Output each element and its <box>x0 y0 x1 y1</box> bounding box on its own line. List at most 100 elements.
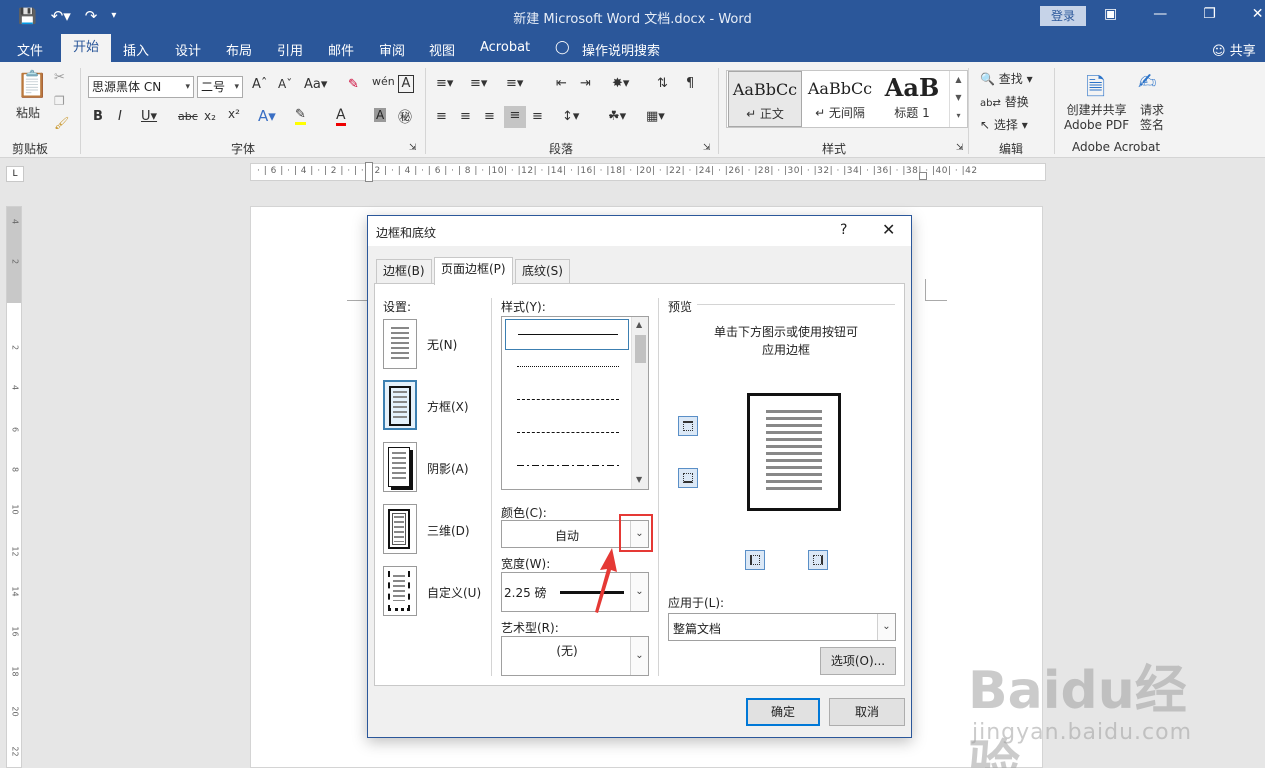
tab-review[interactable]: 审阅 <box>379 40 405 59</box>
style-heading-1[interactable]: AaB 标题 1 <box>875 71 949 127</box>
gallery-scroll[interactable]: ▲ ▼ ▾ <box>949 71 967 127</box>
line-style-list[interactable]: ▲ ▼ <box>501 316 649 490</box>
chinese-layout-icon[interactable]: ✸▾ <box>612 76 629 91</box>
font-dialog-launcher-icon[interactable]: ⇲ <box>409 143 417 153</box>
left-border-button[interactable] <box>745 550 765 570</box>
art-select[interactable]: (无) ⌄ <box>501 636 649 676</box>
scroll-thumb[interactable] <box>635 335 646 363</box>
tab-borders[interactable]: 边框(B) <box>376 259 432 283</box>
align-left-icon[interactable]: ≡ <box>436 109 447 124</box>
numbering-icon[interactable]: ≡▾ <box>470 76 487 91</box>
sort-icon[interactable]: ⇅ <box>657 76 668 91</box>
minimize-icon[interactable]: — <box>1153 6 1167 22</box>
setting-shadow-option[interactable]: 阴影(A) <box>427 460 469 477</box>
bottom-border-button[interactable] <box>678 468 698 488</box>
restore-icon[interactable]: ❐ <box>1203 6 1216 22</box>
paste-icon[interactable]: 📋 <box>16 70 48 100</box>
line-style-dotted[interactable] <box>505 352 629 383</box>
highlight-icon[interactable]: ✎ <box>295 107 306 125</box>
borders-icon[interactable]: ▦▾ <box>646 109 665 124</box>
bullets-icon[interactable]: ≡▾ <box>436 76 453 91</box>
font-size-combo[interactable]: 二号 ▾ <box>197 76 243 98</box>
find-button[interactable]: 🔍 查找 ▾ <box>980 70 1033 87</box>
decrease-indent-icon[interactable]: ⇤ <box>556 76 567 91</box>
right-border-button[interactable] <box>808 550 828 570</box>
vertical-ruler[interactable]: 4 2 2 4 6 8 10 12 14 16 18 20 22 <box>6 206 22 768</box>
line-style-dash[interactable] <box>505 418 629 449</box>
tab-design[interactable]: 设计 <box>175 40 201 59</box>
horizontal-ruler[interactable]: · | 6 | · | 4 | · | 2 | · | · | 2 | · | … <box>250 162 1046 182</box>
copy-icon[interactable]: ❐ <box>54 94 65 108</box>
line-style-dash-dot[interactable] <box>505 451 629 482</box>
tell-me-search[interactable]: 操作说明搜索 <box>582 40 660 59</box>
setting-custom-option[interactable]: 自定义(U) <box>427 584 481 601</box>
chevron-down-icon[interactable]: ⌄ <box>877 614 895 640</box>
signature-icon[interactable]: ✍ <box>1138 70 1156 95</box>
cut-icon[interactable]: ✂ <box>54 70 65 85</box>
change-case-icon[interactable]: Aa▾ <box>304 77 327 92</box>
tab-layout[interactable]: 布局 <box>226 40 252 59</box>
shrink-font-icon[interactable]: Aˇ <box>278 77 292 91</box>
list-scrollbar[interactable]: ▲ ▼ <box>631 317 648 489</box>
scroll-down-icon[interactable]: ▼ <box>636 475 642 484</box>
tab-page-border[interactable]: 页面边框(P) <box>434 257 513 285</box>
request-signature-button[interactable]: 请求 签名 <box>1140 103 1164 133</box>
login-button[interactable]: 登录 <box>1040 6 1086 26</box>
italic-icon[interactable]: I <box>118 109 122 124</box>
clear-format-icon[interactable]: ✎ <box>348 77 359 92</box>
align-right-icon[interactable]: ≡ <box>484 109 495 124</box>
top-border-button[interactable] <box>678 416 698 436</box>
char-shading-icon[interactable]: A <box>374 108 387 122</box>
setting-none-icon[interactable] <box>383 319 417 369</box>
tab-home[interactable]: 开始 <box>61 34 112 62</box>
show-marks-icon[interactable]: ¶ <box>686 76 694 91</box>
customize-qat-icon[interactable]: ▾ <box>111 7 116 25</box>
phonetic-guide-icon[interactable]: wén <box>372 75 395 88</box>
increase-indent-icon[interactable]: ⇥ <box>580 76 591 91</box>
undo-icon[interactable]: ↶▾ <box>51 7 71 25</box>
line-style-solid[interactable] <box>505 319 629 350</box>
options-button[interactable]: 选项(O)... <box>820 647 896 675</box>
setting-box-option[interactable]: 方框(X) <box>427 398 469 415</box>
char-border-icon[interactable]: A <box>398 75 414 93</box>
text-effects-icon[interactable]: A▾ <box>258 107 276 125</box>
paragraph-dialog-launcher-icon[interactable]: ⇲ <box>703 143 711 153</box>
tab-mailings[interactable]: 邮件 <box>328 40 354 59</box>
replace-button[interactable]: ab⇄ 替换 <box>980 93 1029 110</box>
format-painter-icon[interactable]: 🖌 <box>54 116 69 130</box>
setting-3d-option[interactable]: 三维(D) <box>427 522 470 539</box>
cancel-button[interactable]: 取消 <box>829 698 905 726</box>
paste-button[interactable]: 粘贴 <box>16 104 40 121</box>
subscript-icon[interactable]: x₂ <box>204 109 216 123</box>
line-style-fine-dash[interactable] <box>505 385 629 416</box>
bold-icon[interactable]: B <box>93 109 103 124</box>
select-button[interactable]: ↖ 选择 ▾ <box>980 116 1028 133</box>
tab-insert[interactable]: 插入 <box>123 40 149 59</box>
grow-font-icon[interactable]: Aˆ <box>252 77 267 92</box>
distributed-icon[interactable]: ≡ <box>532 109 543 124</box>
save-icon[interactable]: 💾 <box>18 7 37 25</box>
right-indent-marker[interactable] <box>919 172 927 180</box>
setting-box-icon[interactable] <box>383 380 417 430</box>
close-window-icon[interactable]: ✕ <box>1252 6 1264 22</box>
share-button[interactable]: ☺ 共享 <box>1212 40 1256 59</box>
tab-file[interactable]: 文件 <box>17 40 43 59</box>
shading-bucket-icon[interactable]: ☘▾ <box>608 109 626 124</box>
redo-icon[interactable]: ↷ <box>85 7 98 25</box>
apply-to-select[interactable]: 整篇文档 ⌄ <box>668 613 896 641</box>
setting-custom-icon[interactable] <box>383 566 417 616</box>
tab-view[interactable]: 视图 <box>429 40 455 59</box>
font-color-icon[interactable]: A <box>336 107 346 126</box>
tab-shading[interactable]: 底纹(S) <box>515 259 570 283</box>
strikethrough-icon[interactable]: abc <box>178 110 198 123</box>
superscript-icon[interactable]: x² <box>228 107 240 121</box>
align-center-icon[interactable]: ≡ <box>460 109 471 124</box>
scroll-up-icon[interactable]: ▲ <box>636 320 642 329</box>
setting-3d-icon[interactable] <box>383 504 417 554</box>
create-pdf-button[interactable]: 创建并共享 Adobe PDF <box>1064 103 1129 133</box>
help-button[interactable]: ? <box>840 222 847 238</box>
multilevel-list-icon[interactable]: ≡▾ <box>506 76 523 91</box>
ribbon-display-icon[interactable]: ▣ <box>1104 6 1117 22</box>
justify-icon[interactable]: ≡ <box>504 106 526 128</box>
style-no-spacing[interactable]: AaBbCc ↵ 无间隔 <box>803 71 877 127</box>
